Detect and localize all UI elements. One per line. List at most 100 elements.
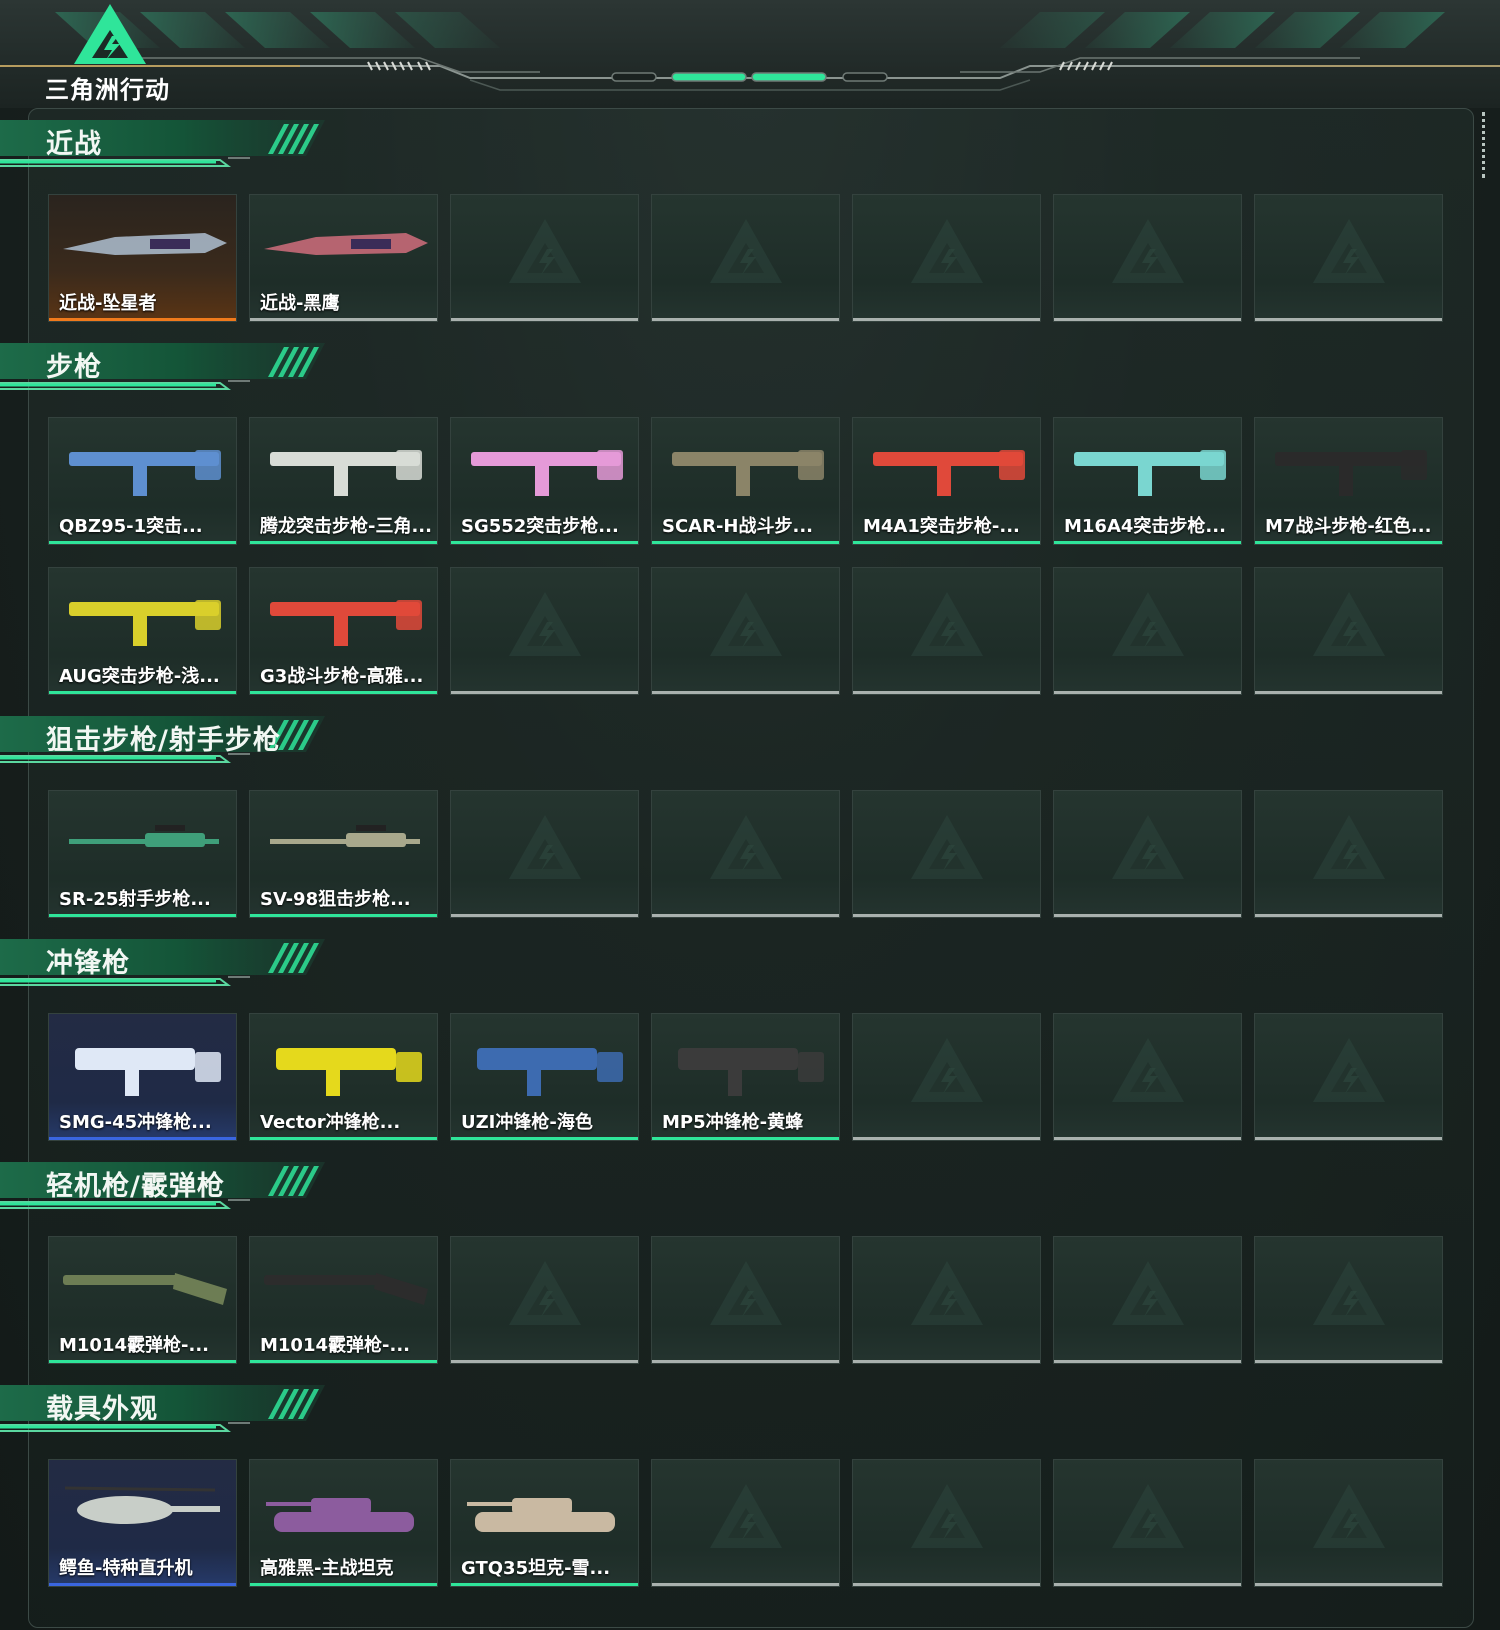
skin-name: M7战斗步枪-红色... [1265,516,1432,537]
skin-card[interactable]: QBZ95-1突击... [48,417,237,545]
rarity-bar [49,1360,236,1363]
skin-card[interactable]: 腾龙突击步枪-三角... [249,417,438,545]
skin-card[interactable]: UZI冲锋枪-海色 [450,1013,639,1141]
skin-card[interactable]: SV-98狙击步枪... [249,790,438,918]
rarity-bar [853,541,1040,544]
skin-card[interactable]: SCAR-H战斗步... [651,417,840,545]
logo-watermark-icon [1309,217,1389,294]
logo-watermark-icon [505,813,585,890]
skin-card[interactable]: M16A4突击步枪... [1053,417,1242,545]
rarity-bar [652,541,839,544]
logo-watermark-icon [1108,1482,1188,1559]
rifle-icon [55,576,231,661]
skin-name: 近战-黑鹰 [260,293,340,314]
smg-icon [55,1022,231,1107]
rarity-bar [451,1137,638,1140]
rarity-bar [250,1360,437,1363]
empty-slot [450,194,639,322]
section-header: 近战 [0,116,330,172]
logo-watermark-icon [907,217,987,294]
logo-watermark-icon [505,217,585,294]
rifle-icon [55,426,231,511]
skin-name: G3战斗步枪-高雅... [260,666,424,687]
skin-name: 高雅黑-主战坦克 [260,1558,394,1579]
skin-name: SR-25射手步枪... [59,889,211,910]
skin-name: QBZ95-1突击... [59,516,203,537]
rarity-bar [49,691,236,694]
logo-watermark-icon [1108,590,1188,667]
knife-icon [256,203,432,288]
logo-watermark-icon [1309,1482,1389,1559]
rarity-bar [250,318,437,321]
empty-slot [1254,567,1443,695]
empty-slot [450,567,639,695]
skin-card[interactable]: 近战-坠星者 [48,194,237,322]
rarity-bar [1255,541,1442,544]
section-title: 轻机枪/霰弹枪 [46,1171,225,1202]
rarity-bar [250,541,437,544]
skin-name: GTQ35坦克-雪... [461,1558,611,1579]
rarity-bar [49,318,236,321]
skin-card[interactable]: SG552突击步枪... [450,417,639,545]
skin-name: SMG-45冲锋枪... [59,1112,212,1133]
skin-card[interactable]: M4A1突击步枪-... [852,417,1041,545]
skin-card[interactable]: AUG突击步枪-浅... [48,567,237,695]
empty-slot [852,567,1041,695]
rarity-bar [49,1137,236,1140]
skin-card[interactable]: GTQ35坦克-雪... [450,1459,639,1587]
empty-slot [1053,1013,1242,1141]
skin-card[interactable]: 鳄鱼-特种直升机 [48,1459,237,1587]
rarity-bar [250,914,437,917]
logo-watermark-icon [1309,813,1389,890]
logo-watermark-icon [1309,1036,1389,1113]
logo-watermark-icon [1309,1259,1389,1336]
logo-watermark-icon [505,590,585,667]
skin-card[interactable]: MP5冲锋枪-黄蜂 [651,1013,840,1141]
logo-watermark-icon [706,1259,786,1336]
rarity-bar [451,541,638,544]
rarity-bar [49,914,236,917]
helicopter-icon [55,1468,231,1553]
empty-slot [1053,567,1242,695]
skin-card[interactable]: 高雅黑-主战坦克 [249,1459,438,1587]
skin-card[interactable]: M1014霰弹枪-... [48,1236,237,1364]
scrollbar[interactable] [1482,112,1489,178]
skin-name: 腾龙突击步枪-三角... [260,516,432,537]
knife-icon [55,203,231,288]
shotgun-icon [55,1245,231,1330]
smg-icon [256,1022,432,1107]
skin-card[interactable]: Vector冲锋枪... [249,1013,438,1141]
skin-card[interactable]: 近战-黑鹰 [249,194,438,322]
logo-watermark-icon [1108,217,1188,294]
logo-watermark-icon [505,1259,585,1336]
section-title: 载具外观 [46,1394,158,1425]
rifle-icon [256,426,432,511]
section-header: 载具外观 [0,1381,330,1437]
skin-card[interactable]: G3战斗步枪-高雅... [249,567,438,695]
rarity-bar [250,1137,437,1140]
section-title: 步枪 [46,352,102,383]
empty-slot [1254,790,1443,918]
empty-slot [450,1236,639,1364]
skin-card[interactable]: M7战斗步枪-红色... [1254,417,1443,545]
sniper-icon [256,799,432,884]
empty-slot [450,790,639,918]
logo-watermark-icon [706,217,786,294]
rifle-icon [658,426,834,511]
skin-card[interactable]: SMG-45冲锋枪... [48,1013,237,1141]
tank-icon [457,1468,633,1553]
skin-card[interactable]: M1014霰弹枪-... [249,1236,438,1364]
rifle-icon [1060,426,1236,511]
skin-card[interactable]: SR-25射手步枪... [48,790,237,918]
section-header: 狙击步枪/射手步枪 [0,712,330,768]
logo-watermark-icon [907,1482,987,1559]
rarity-bar [1054,541,1241,544]
skin-name: Vector冲锋枪... [260,1112,401,1133]
empty-slot [651,194,840,322]
empty-slot [651,1459,840,1587]
skin-name: SG552突击步枪... [461,516,619,537]
logo-watermark-icon [1108,813,1188,890]
top-banner: 三角洲行动 [0,0,1500,108]
skin-name: SV-98狙击步枪... [260,889,411,910]
rarity-bar [250,691,437,694]
